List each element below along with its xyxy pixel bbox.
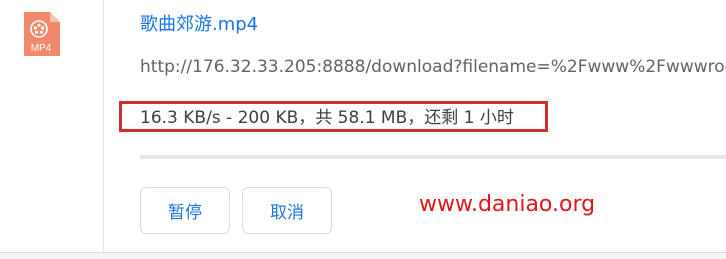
pause-button[interactable]: 暂停 [140,187,230,234]
file-type-label: MP4 [31,43,52,54]
download-progress-fill [140,155,142,159]
file-icon-column: MP4 [0,0,104,252]
next-item-edge [0,253,726,259]
download-filename-link[interactable]: 歌曲郊游.mp4 [140,12,258,38]
download-status-text: 16.3 KB/s - 200 KB，共 58.1 MB，还剩 1 小时 [140,108,514,128]
download-item: MP4 歌曲郊游.mp4 http://176.32.33.205:8888/d… [0,0,726,259]
download-progress-bar [140,155,726,159]
mp4-file-icon: MP4 [24,12,60,56]
download-url: http://176.32.33.205:8888/download?filen… [140,57,726,77]
cancel-button[interactable]: 取消 [242,187,332,234]
watermark-text: www.daniao.org [419,192,596,217]
